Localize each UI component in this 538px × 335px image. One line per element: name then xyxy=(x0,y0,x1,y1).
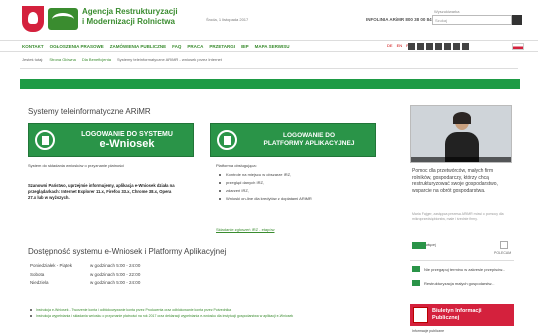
time-cell: w godzinach 5:00 - 24:00 xyxy=(90,280,141,285)
bip-logo-icon xyxy=(413,307,428,323)
lang-de[interactable]: DE xyxy=(386,42,394,49)
sidebar: Pomoc dla przetwórców, małych firm rolni… xyxy=(402,100,520,335)
list-item: Wnioski on-line dla kredytów z dopłatami… xyxy=(216,195,312,203)
sidebar-link-label: Restrukturyzacja małych gospodarstw... xyxy=(424,280,495,286)
breadcrumb: Jesteś tutaj: Strona Główna Dla Beneficj… xyxy=(22,57,222,62)
bip-title-line2: Publicznej xyxy=(432,315,460,321)
nav-menu: KONTAKT OGŁOSZENIA PRASOWE ZAMÓWIENIA PU… xyxy=(22,44,290,49)
agency-name-line1: Agencja Restrukturyzacji xyxy=(82,7,178,16)
arimr-logo-icon[interactable] xyxy=(48,8,78,30)
nav-item-kontakt[interactable]: KONTAKT xyxy=(22,44,44,49)
hotline-number: INFOLINIA ARiMR 800 38 00 84 xyxy=(366,17,432,22)
more-button[interactable] xyxy=(412,242,426,249)
document-icon xyxy=(217,130,237,150)
search-input[interactable]: Szukaj xyxy=(432,15,512,25)
facebook-icon[interactable] xyxy=(426,43,433,50)
nav-item-przetargi[interactable]: PRZETARGI xyxy=(209,44,235,49)
breadcrumb-beneficiary[interactable]: Dla Beneficjenta xyxy=(82,57,111,62)
polish-flag-icon[interactable] xyxy=(512,43,524,50)
lang-en[interactable]: EN xyxy=(396,42,404,49)
section-title-availability: Dostępność systemu e-Wniosek i Platformy… xyxy=(28,247,227,256)
breadcrumb-current: Systemy teleinformatyczne ARiMR - wniose… xyxy=(116,57,222,62)
platform-login-label: LOGOWANIE DO PLATFORMY APLIKACYJNEJ xyxy=(243,132,375,148)
nav-item-faq[interactable]: FAQ xyxy=(172,44,181,49)
time-cell: w godzinach 5:00 - 24:00 xyxy=(90,263,141,268)
page-header: Agencja Restrukturyzacji i Modernizacji … xyxy=(0,0,538,40)
list-item: zdarzeń IRZ, xyxy=(216,187,312,195)
mail-icon[interactable] xyxy=(462,43,469,50)
time-cell: w godzinach 5:00 - 22:00 xyxy=(90,271,141,277)
video-icon xyxy=(412,266,420,272)
platform-feature-list: Kontrole na miejscu w obszarze IRZ, prze… xyxy=(216,171,312,203)
day-cell: Sobota xyxy=(30,271,45,277)
sidebar-link[interactable]: Nie przegapuj terminu w zakresie przepis… xyxy=(412,266,505,272)
list-item: Kontrole na miejscu w obszarze IRZ, xyxy=(216,171,312,179)
table-row: Niedziela w godzinach 5:00 - 24:00 xyxy=(30,280,156,287)
twitter-icon[interactable] xyxy=(435,43,442,50)
video-control-bar[interactable] xyxy=(411,157,511,162)
divider xyxy=(20,68,518,69)
irz-link[interactable]: Składanie zgłoszeń IRZ - etapów xyxy=(216,227,274,232)
breadcrumb-label: Jesteś tutaj: xyxy=(22,57,44,62)
main-content: Systemy teleinformatyczne ARiMR LOGOWANI… xyxy=(20,95,400,335)
social-icons xyxy=(408,43,469,50)
video-thumbnail-person xyxy=(445,112,479,162)
bip-title: Biuletyn Informacji Publicznej xyxy=(432,308,512,322)
video-icon xyxy=(412,280,420,286)
ewniosek-login-line1: LOGOWANIE DO SYSTEMU xyxy=(81,130,173,138)
sidebar-link[interactable]: Restrukturyzacja małych gospodarstw... xyxy=(412,280,494,286)
search-label: Wyszukiwarka xyxy=(434,9,460,14)
more-label: więcej xyxy=(426,243,436,247)
nav-item-praca[interactable]: PRACA xyxy=(187,44,203,49)
bip-subtitle: Informacje publiczne xyxy=(412,329,445,333)
section-title-systems: Systemy teleinformatyczne ARiMR xyxy=(28,107,151,116)
divider xyxy=(410,260,514,261)
search-button[interactable] xyxy=(512,15,522,25)
nav-item-sitemap[interactable]: MAPA SERWISU xyxy=(255,44,290,49)
ewniosek-description: System do składania wniosków o przyznani… xyxy=(28,163,125,168)
nav-item-bip[interactable]: BIP xyxy=(241,44,249,49)
platform-login-line1: LOGOWANIE DO xyxy=(283,132,335,139)
browser-notice: Szanowni Państwo, uprzejmie informujemy,… xyxy=(28,183,175,200)
print-icon[interactable] xyxy=(453,43,460,50)
nav-item-press[interactable]: OGŁOSZENIA PRASOWE xyxy=(50,44,104,49)
share-icon[interactable] xyxy=(500,241,508,249)
list-item: przegląd danych IRZ, xyxy=(216,179,312,187)
accessibility-icon[interactable] xyxy=(408,43,415,50)
current-date: Środa, 1 listopada 2017 xyxy=(206,17,249,22)
table-row: Poniedziałek - Piątek w godzinach 5:00 -… xyxy=(30,263,156,270)
instruction-links: Instrukcja e-Wniosek - Tworzenie konta i… xyxy=(28,307,293,319)
green-banner-bar xyxy=(20,79,520,89)
ewniosek-login-button[interactable]: LOGOWANIE DO SYSTEMU e-Wniosek xyxy=(28,123,194,157)
sidebar-link-label: Nie przegapuj terminu w zakresie przepis… xyxy=(424,266,506,272)
document-icon xyxy=(35,130,55,150)
breadcrumb-home[interactable]: Strona Główna xyxy=(49,57,75,62)
video-player[interactable] xyxy=(410,105,512,163)
youtube-icon[interactable] xyxy=(444,43,451,50)
table-row: Sobota w godzinach 5:00 - 22:00 xyxy=(30,272,156,279)
sidebar-news-excerpt: Maria Fajger, zastępca prezesa ARiMR mów… xyxy=(412,212,504,221)
ewniosek-login-line2: e-Wniosek xyxy=(99,137,155,150)
platform-login-line2: PLATFORMY APLIKACYJNEJ xyxy=(263,140,355,147)
share-label: POLECAM xyxy=(494,251,512,255)
bip-banner[interactable]: Biuletyn Informacji Publicznej xyxy=(410,304,514,326)
polish-eagle-emblem-icon xyxy=(22,6,44,32)
agency-name[interactable]: Agencja Restrukturyzacji i Modernizacji … xyxy=(82,7,178,27)
instruction-link[interactable]: Instrukcja wypełniania i składania wnios… xyxy=(28,313,293,319)
availability-table: Poniedziałek - Piątek w godzinach 5:00 -… xyxy=(28,261,158,289)
day-cell: Niedziela xyxy=(30,280,49,285)
top-navigation: KONTAKT OGŁOSZENIA PRASOWE ZAMÓWIENIA PU… xyxy=(0,40,538,52)
hair-shape xyxy=(453,112,471,124)
platform-login-button[interactable]: LOGOWANIE DO PLATFORMY APLIKACYJNEJ xyxy=(210,123,376,157)
sidebar-news-title[interactable]: Pomoc dla przetwórców, małych firm rolni… xyxy=(412,168,512,194)
rss-icon[interactable] xyxy=(417,43,424,50)
bip-title-line1: Biuletyn Informacji xyxy=(432,308,482,314)
platform-description: Platforma obsługująca: xyxy=(216,163,257,168)
ewniosek-login-label: LOGOWANIE DO SYSTEMU e-Wniosek xyxy=(61,131,193,150)
agency-name-line2: i Modernizacji Rolnictwa xyxy=(82,17,175,26)
nav-item-procurement[interactable]: ZAMÓWIENIA PUBLICZNE xyxy=(110,44,166,49)
day-cell: Poniedziałek - Piątek xyxy=(30,263,73,268)
